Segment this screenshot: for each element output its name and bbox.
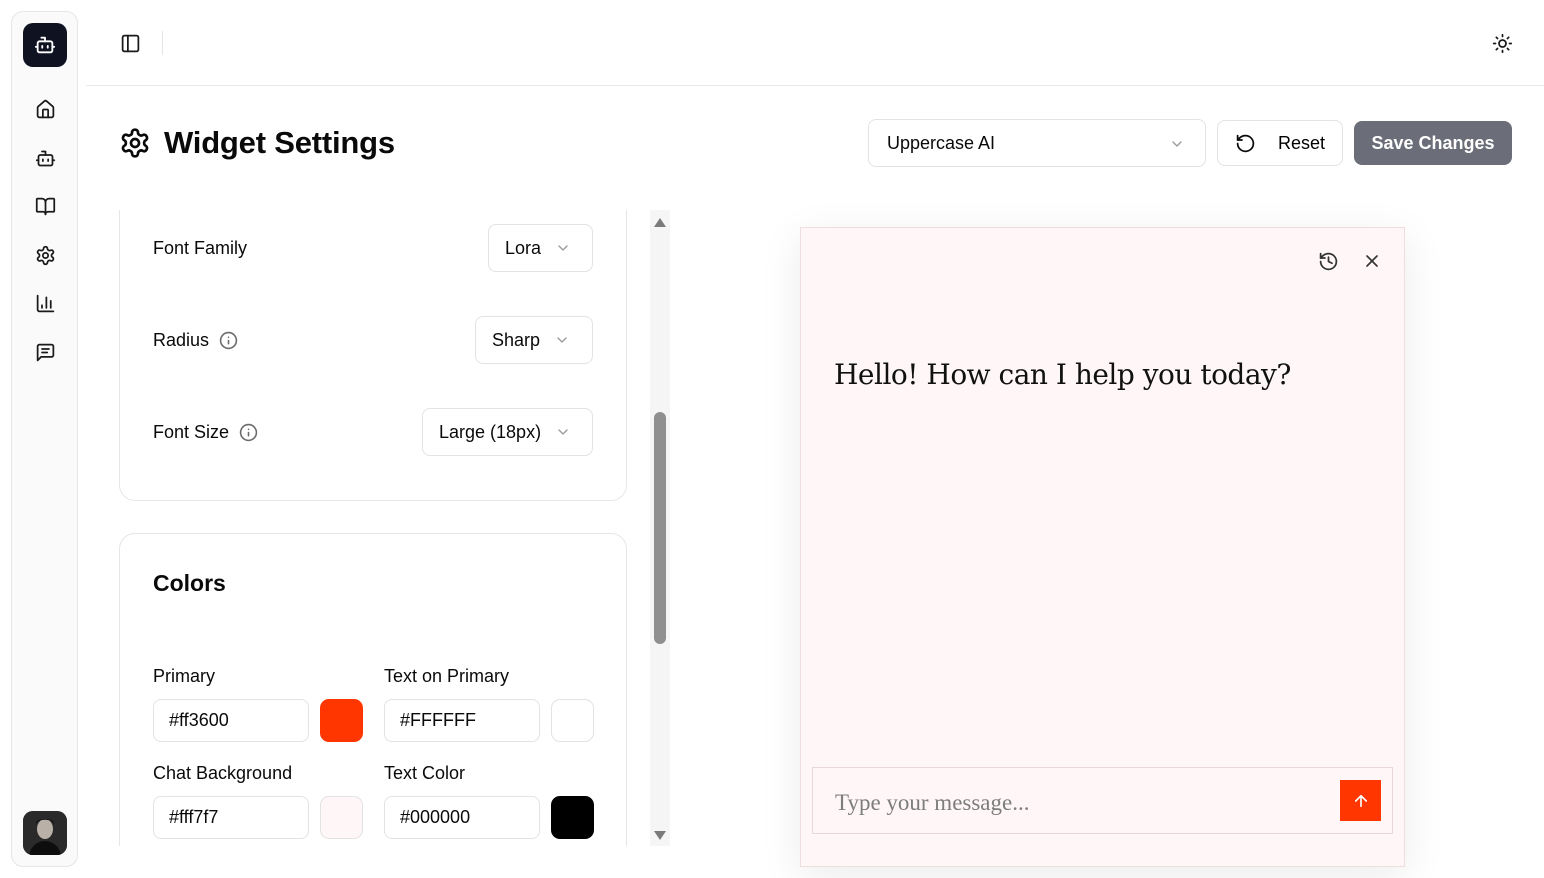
reset-button-label: Reset (1277, 132, 1326, 153)
page-header: Widget Settings (119, 120, 395, 166)
sidebar-item-conversations[interactable] (31, 338, 59, 366)
bot-icon (35, 150, 55, 166)
chat-background-swatch[interactable] (320, 796, 363, 839)
text-color-swatch[interactable] (551, 796, 594, 839)
font-size-select[interactable]: Large (18px) (422, 408, 593, 456)
font-family-select[interactable]: Lora (488, 224, 593, 272)
appearance-card: Font Family Lora Radius Sharp Font Size … (119, 210, 627, 501)
primary-color-input[interactable] (153, 699, 309, 742)
text-color-input[interactable] (384, 796, 540, 839)
chevron-down-icon (558, 429, 568, 435)
font-size-row: Font Size Large (18px) (153, 408, 593, 456)
user-avatar[interactable] (23, 811, 67, 855)
settings-scrollbar[interactable] (650, 210, 670, 846)
message-icon (36, 343, 54, 361)
chevron-down-icon (557, 337, 567, 343)
info-icon[interactable] (219, 331, 238, 350)
book-icon (35, 197, 55, 215)
info-icon[interactable] (239, 423, 258, 442)
bot-select[interactable]: Uppercase AI (868, 119, 1206, 167)
radius-label: Radius (153, 330, 238, 351)
gear-icon (121, 128, 149, 158)
sun-icon (1492, 33, 1512, 53)
gear-icon (36, 245, 54, 265)
bar-chart-icon (36, 294, 54, 312)
text-on-primary-label: Text on Primary (384, 666, 510, 686)
font-size-value: Large (18px) (439, 421, 542, 442)
chat-widget-preview: Hello! How can I help you today? Type yo… (800, 227, 1405, 867)
avatar-image (23, 811, 67, 855)
panel-left-icon (121, 34, 139, 52)
font-family-label: Font Family (153, 237, 248, 258)
colors-title: Colors (153, 570, 226, 596)
colors-card: Colors Primary Text on Primary Chat Back… (119, 533, 627, 846)
bot-icon (34, 36, 56, 54)
chat-input-placeholder[interactable]: Type your message... (835, 790, 1029, 816)
sidebar (11, 11, 78, 867)
text-color-label: Text Color (384, 763, 466, 783)
page-title: Widget Settings (164, 125, 395, 160)
sidebar-toggle-button[interactable] (116, 29, 144, 57)
home-icon (36, 99, 54, 118)
sidebar-item-settings[interactable] (31, 241, 59, 269)
arrow-up-icon (1354, 794, 1367, 807)
radius-value: Sharp (492, 329, 541, 350)
chat-background-input[interactable] (153, 796, 309, 839)
scroll-thumb[interactable] (654, 412, 666, 644)
radius-select[interactable]: Sharp (475, 316, 593, 364)
scroll-down-arrow[interactable] (654, 831, 666, 840)
sidebar-item-bots[interactable] (31, 144, 59, 172)
font-size-label: Font Size (153, 422, 258, 443)
chevron-down-icon (558, 245, 568, 251)
font-family-value: Lora (505, 237, 542, 258)
primary-color-swatch[interactable] (320, 699, 363, 742)
history-icon (1319, 252, 1337, 270)
topbar-divider (162, 31, 163, 55)
history-button[interactable] (1315, 248, 1341, 274)
greeting-message: Hello! How can I help you today? (834, 358, 1291, 391)
font-family-row: Font Family Lora (153, 224, 593, 272)
sidebar-item-analytics[interactable] (31, 289, 59, 317)
close-button[interactable] (1359, 248, 1385, 274)
app-root: Widget Settings Uppercase AI Reset Save … (0, 0, 1544, 878)
theme-toggle-button[interactable] (1488, 29, 1516, 57)
settings-panel[interactable]: Font Family Lora Radius Sharp Font Size … (119, 210, 629, 846)
text-on-primary-swatch[interactable] (551, 699, 594, 742)
widget-preview-area: Hello! How can I help you today? Type yo… (690, 210, 1544, 867)
text-on-primary-input[interactable] (384, 699, 540, 742)
chevron-down-icon (1172, 141, 1182, 147)
chat-input-box[interactable]: Type your message... (812, 767, 1393, 834)
chat-background-label: Chat Background (153, 763, 293, 783)
sidebar-item-knowledge[interactable] (31, 192, 59, 220)
primary-color-label: Primary (153, 666, 215, 686)
rotate-ccw-icon (1236, 134, 1255, 152)
top-bar (86, 0, 1544, 86)
close-icon (1366, 255, 1378, 267)
scroll-up-arrow[interactable] (654, 218, 666, 227)
app-logo[interactable] (23, 23, 67, 67)
send-button[interactable] (1340, 780, 1381, 821)
radius-row: Radius Sharp (153, 316, 593, 364)
reset-button[interactable]: Reset (1217, 120, 1343, 166)
sidebar-item-home[interactable] (31, 95, 59, 123)
save-changes-button[interactable]: Save Changes (1354, 121, 1512, 165)
bot-select-value: Uppercase AI (887, 132, 996, 153)
